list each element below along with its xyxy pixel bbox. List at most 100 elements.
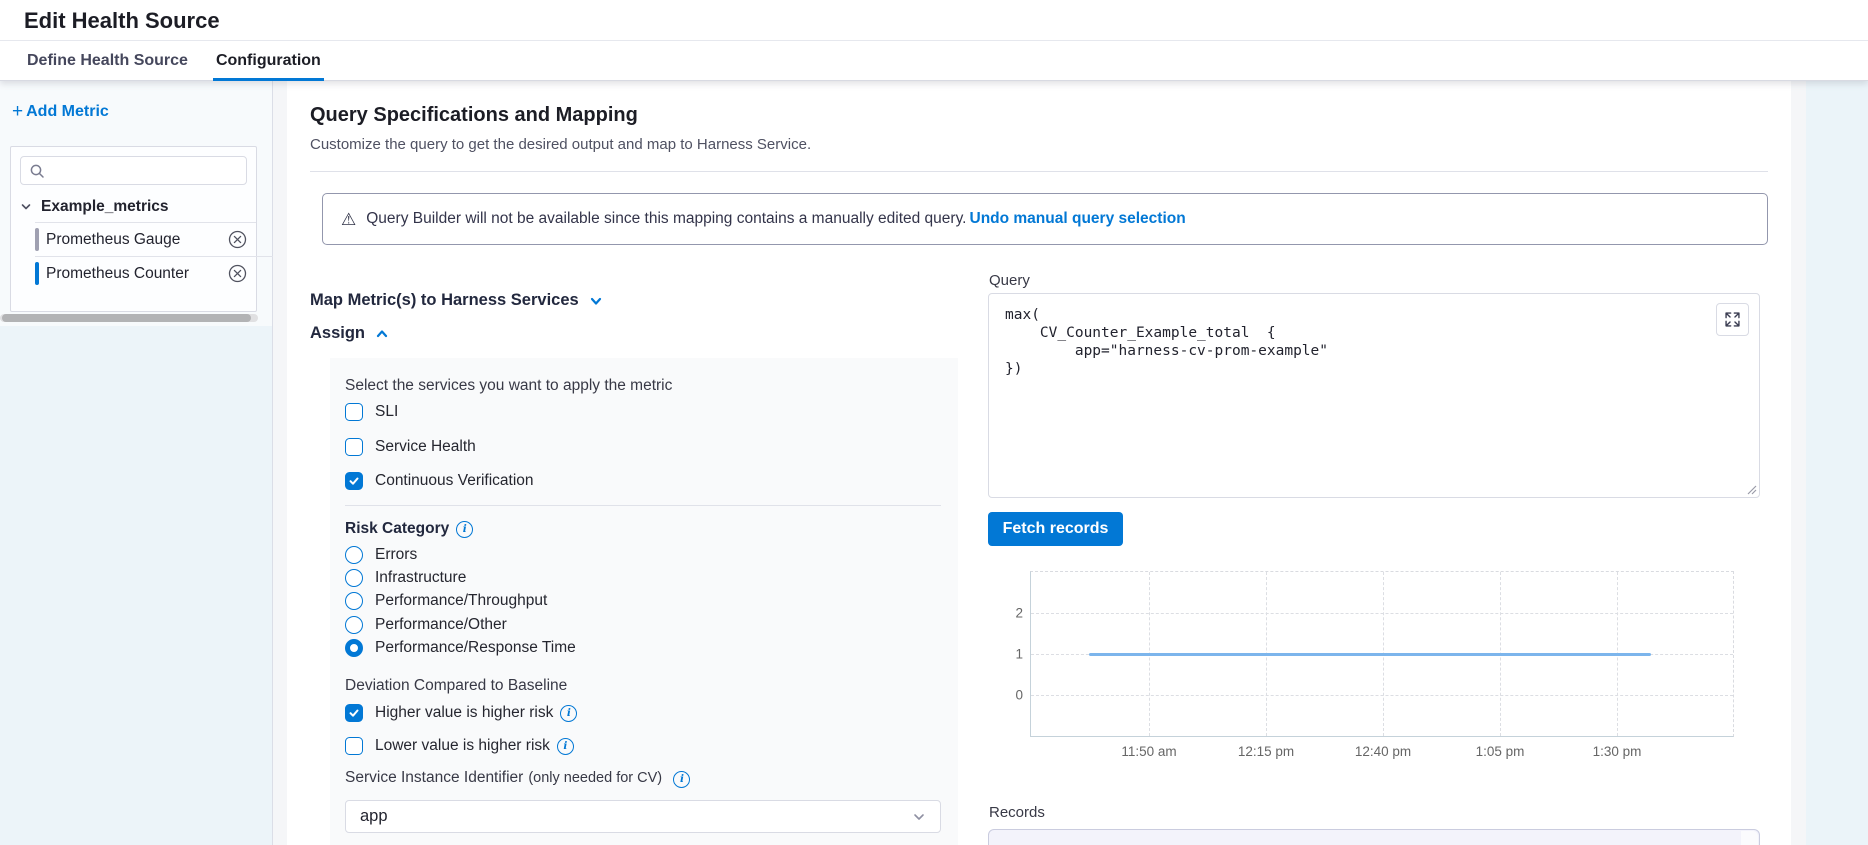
risk-category-label: Risk Category i [345,520,473,538]
checkbox-checked-icon [345,704,363,722]
main-panel: Query Specifications and Mapping Customi… [287,81,1791,845]
fetch-records-button[interactable]: Fetch records [988,512,1123,546]
checkbox-lower-value-is-higher-risk[interactable]: Lower value is higher risk i [345,735,574,757]
gridline-y [1031,695,1733,696]
metric-list: Prometheus Gauge Prometheus Counter [11,223,256,290]
assign-label: Assign [310,324,365,343]
radio-label: Infrastructure [375,569,466,587]
tab-define-health-source[interactable]: Define Health Source [24,41,191,80]
checkbox-higher-value-is-higher-risk[interactable]: Higher value is higher risk i [345,702,577,724]
radio-icon [345,592,363,610]
expand-icon [1725,312,1740,327]
checkbox-sli[interactable]: SLI [345,401,398,423]
radio-label: Errors [375,546,417,564]
section-subheading: Customize the query to get the desired o… [310,136,811,153]
x-axis-tick-label: 1:30 pm [1567,744,1667,759]
info-icon[interactable]: i [560,705,577,722]
scrollbar-thumb[interactable] [2,314,251,322]
gridline-y [1031,613,1733,614]
remove-metric-icon[interactable] [228,230,247,249]
query-editor-box: max( CV_Counter_Example_total { app="har… [988,293,1760,498]
resize-handle[interactable] [1745,483,1757,495]
horizontal-scrollbar [0,314,258,322]
map-metrics-section-toggle[interactable]: Map Metric(s) to Harness Services [310,291,603,310]
search-input[interactable] [51,162,246,180]
service-instance-identifier-label: Service Instance Identifier(only needed … [345,769,690,788]
query-editor[interactable]: max( CV_Counter_Example_total { app="har… [1005,306,1328,378]
radio-infrastructure[interactable]: Infrastructure [345,567,466,589]
query-label: Query [989,272,1030,289]
checkbox-label: Service Health [375,438,476,456]
metric-group-header[interactable]: Example_metrics [11,191,256,222]
service-instance-identifier-select[interactable]: app [345,800,941,833]
expand-query-button[interactable] [1716,303,1749,336]
checkbox-checked-icon [345,472,363,490]
tab-configuration[interactable]: Configuration [213,41,324,80]
records-label: Records [989,804,1045,821]
screen: Edit Health Source Define Health Source C… [0,0,1868,845]
assign-panel: Select the services you want to apply th… [330,358,958,845]
radio-label: Performance/Throughput [375,592,547,610]
checkbox-icon [345,403,363,421]
chart-series-line [1089,653,1651,656]
y-axis-tick-label: 1 [983,647,1023,662]
search-box[interactable] [20,156,247,185]
info-icon[interactable]: i [673,771,690,788]
scroll-track-strip [1791,81,1806,845]
map-metrics-label: Map Metric(s) to Harness Services [310,291,579,310]
panel-gap-strip [273,81,287,845]
info-icon[interactable]: i [456,521,473,538]
radio-icon [345,616,363,634]
add-metric-button[interactable]: + Add Metric [12,103,109,121]
page-title: Edit Health Source [24,8,220,34]
checkbox-icon [345,438,363,456]
radio-selected-icon [345,639,363,657]
records-box [988,829,1760,845]
metric-list-panel: Example_metrics Prometheus GaugePromethe… [10,146,257,312]
y-axis-tick-label: 0 [983,688,1023,703]
selection-bar [35,228,39,251]
checkbox-label: Continuous Verification [375,472,534,490]
radio-errors[interactable]: Errors [345,544,417,566]
info-icon[interactable]: i [557,738,574,755]
metric-item-prometheus-gauge[interactable]: Prometheus Gauge [11,223,256,256]
chevron-down-icon [912,810,926,824]
checkbox-service-health[interactable]: Service Health [345,436,476,458]
remove-metric-icon[interactable] [228,264,247,283]
add-metric-label: Add Metric [26,103,109,121]
divider [345,505,941,506]
radio-label: Performance/Response Time [375,639,576,657]
sidebar-lower-background [0,326,272,845]
section-heading: Query Specifications and Mapping [310,104,638,127]
radio-performance-response-time[interactable]: Performance/Response Time [345,637,576,659]
x-axis-tick-label: 12:40 pm [1333,744,1433,759]
query-results-chart: 01211:50 am12:15 pm12:40 pm1:05 pm1:30 p… [1030,571,1734,737]
metric-item-label: Prometheus Gauge [46,231,180,249]
y-axis-tick-label: 2 [983,606,1023,621]
checkbox-label: Lower value is higher risk [375,737,550,755]
warning-banner: ⚠ Query Builder will not be available si… [322,193,1768,245]
radio-icon [345,546,363,564]
checkbox-label: Higher value is higher risk [375,704,553,722]
x-axis-tick-label: 12:15 pm [1216,744,1316,759]
x-axis-tick-label: 1:05 pm [1450,744,1550,759]
warning-icon: ⚠ [341,211,356,228]
assign-section-toggle[interactable]: Assign [310,324,389,343]
tab-bar: Define Health Source Configuration [0,40,1868,81]
metric-group-label: Example_metrics [41,198,169,216]
plus-icon: + [12,104,23,120]
radio-label: Performance/Other [375,616,507,634]
undo-query-selection-link[interactable]: Undo manual query selection [970,210,1186,228]
checkbox-continuous-verification[interactable]: Continuous Verification [345,470,534,492]
top-header: Edit Health Source [0,0,1868,40]
radio-performance-throughput[interactable]: Performance/Throughput [345,590,547,612]
radio-performance-other[interactable]: Performance/Other [345,614,507,636]
metric-item-prometheus-counter[interactable]: Prometheus Counter [11,257,256,290]
deviation-label: Deviation Compared to Baseline [345,677,567,695]
checkbox-label: SLI [375,403,398,421]
divider [310,171,1768,172]
services-label: Select the services you want to apply th… [345,377,672,395]
selection-bar [35,262,39,285]
chevron-down-icon [589,294,603,308]
records-scroll-gutter [1741,831,1758,845]
